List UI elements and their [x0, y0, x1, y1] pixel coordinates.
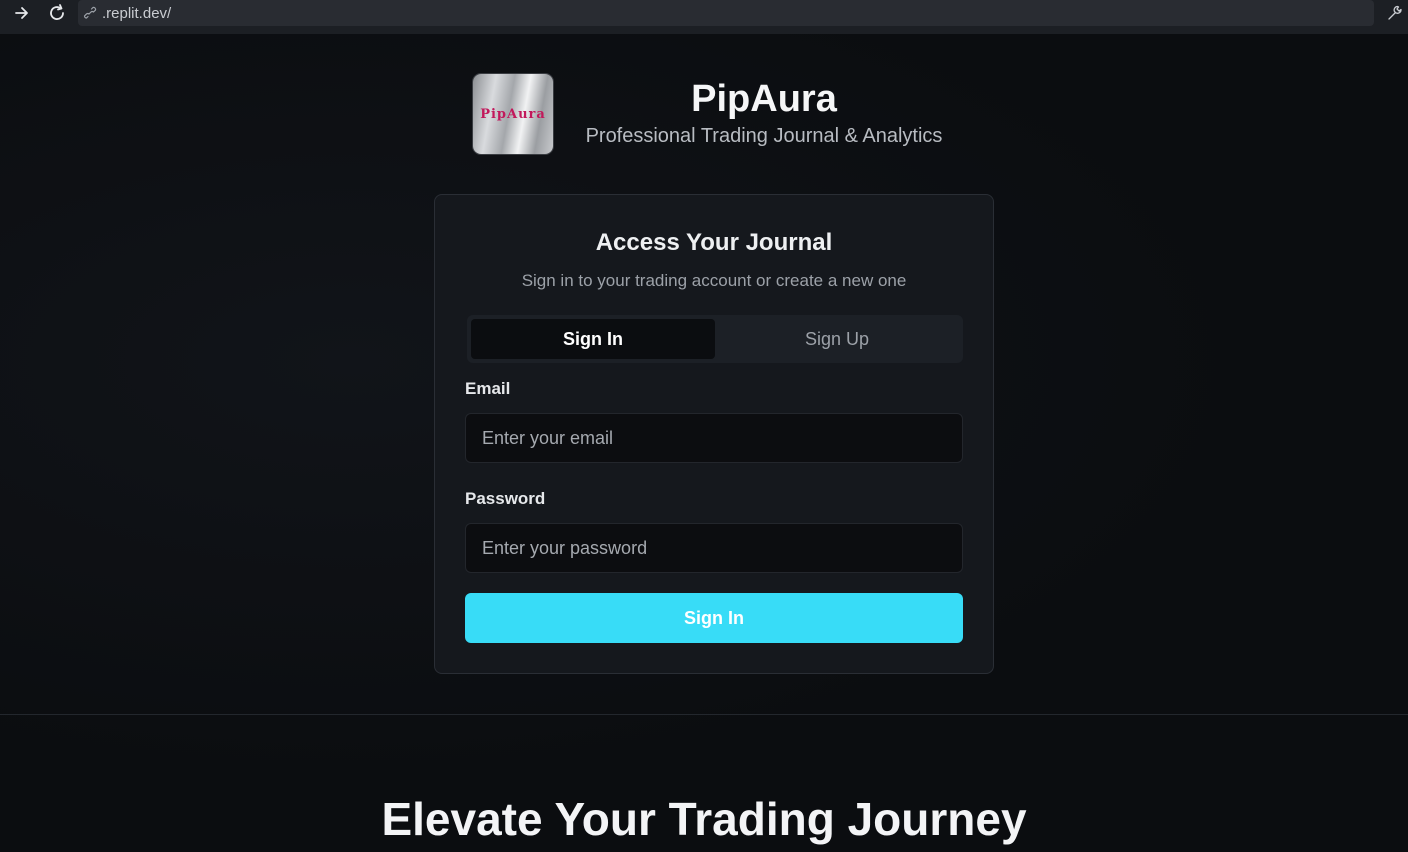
brand-header: PipAura PipAura Professional Trading Jou…: [473, 74, 963, 154]
card-title: Access Your Journal: [595, 229, 833, 256]
logo-text: PipAura: [480, 106, 546, 122]
address-bar[interactable]: .replit.dev/: [78, 0, 1374, 26]
arrow-right-icon[interactable]: [11, 2, 33, 24]
wrench-icon[interactable]: [1384, 2, 1406, 24]
auth-card: Access Your Journal Sign in to your trad…: [434, 194, 994, 674]
card-subtitle: Sign in to your trading account or creat…: [521, 271, 907, 290]
reload-icon[interactable]: [46, 2, 68, 24]
tab-sign-in[interactable]: Sign In: [471, 319, 715, 359]
hero-title: Elevate Your Trading Journey: [381, 793, 1027, 845]
password-field[interactable]: [465, 523, 963, 573]
browser-toolbar: .replit.dev/: [0, 0, 1408, 34]
brand-subtitle: Professional Trading Journal & Analytics: [585, 125, 943, 147]
auth-tabs: Sign In Sign Up: [467, 315, 963, 363]
sign-in-button[interactable]: Sign In: [465, 593, 963, 643]
brand-title: PipAura: [691, 78, 837, 120]
page: PipAura PipAura Professional Trading Jou…: [0, 34, 1408, 852]
tab-sign-up[interactable]: Sign Up: [715, 319, 959, 359]
password-label: Password: [465, 489, 546, 508]
link-icon: [83, 5, 99, 21]
section-divider: [0, 714, 1408, 715]
url-text: .replit.dev/: [102, 4, 172, 22]
email-label: Email: [465, 379, 511, 398]
pipaura-logo: PipAura: [473, 74, 553, 154]
email-field[interactable]: [465, 413, 963, 463]
